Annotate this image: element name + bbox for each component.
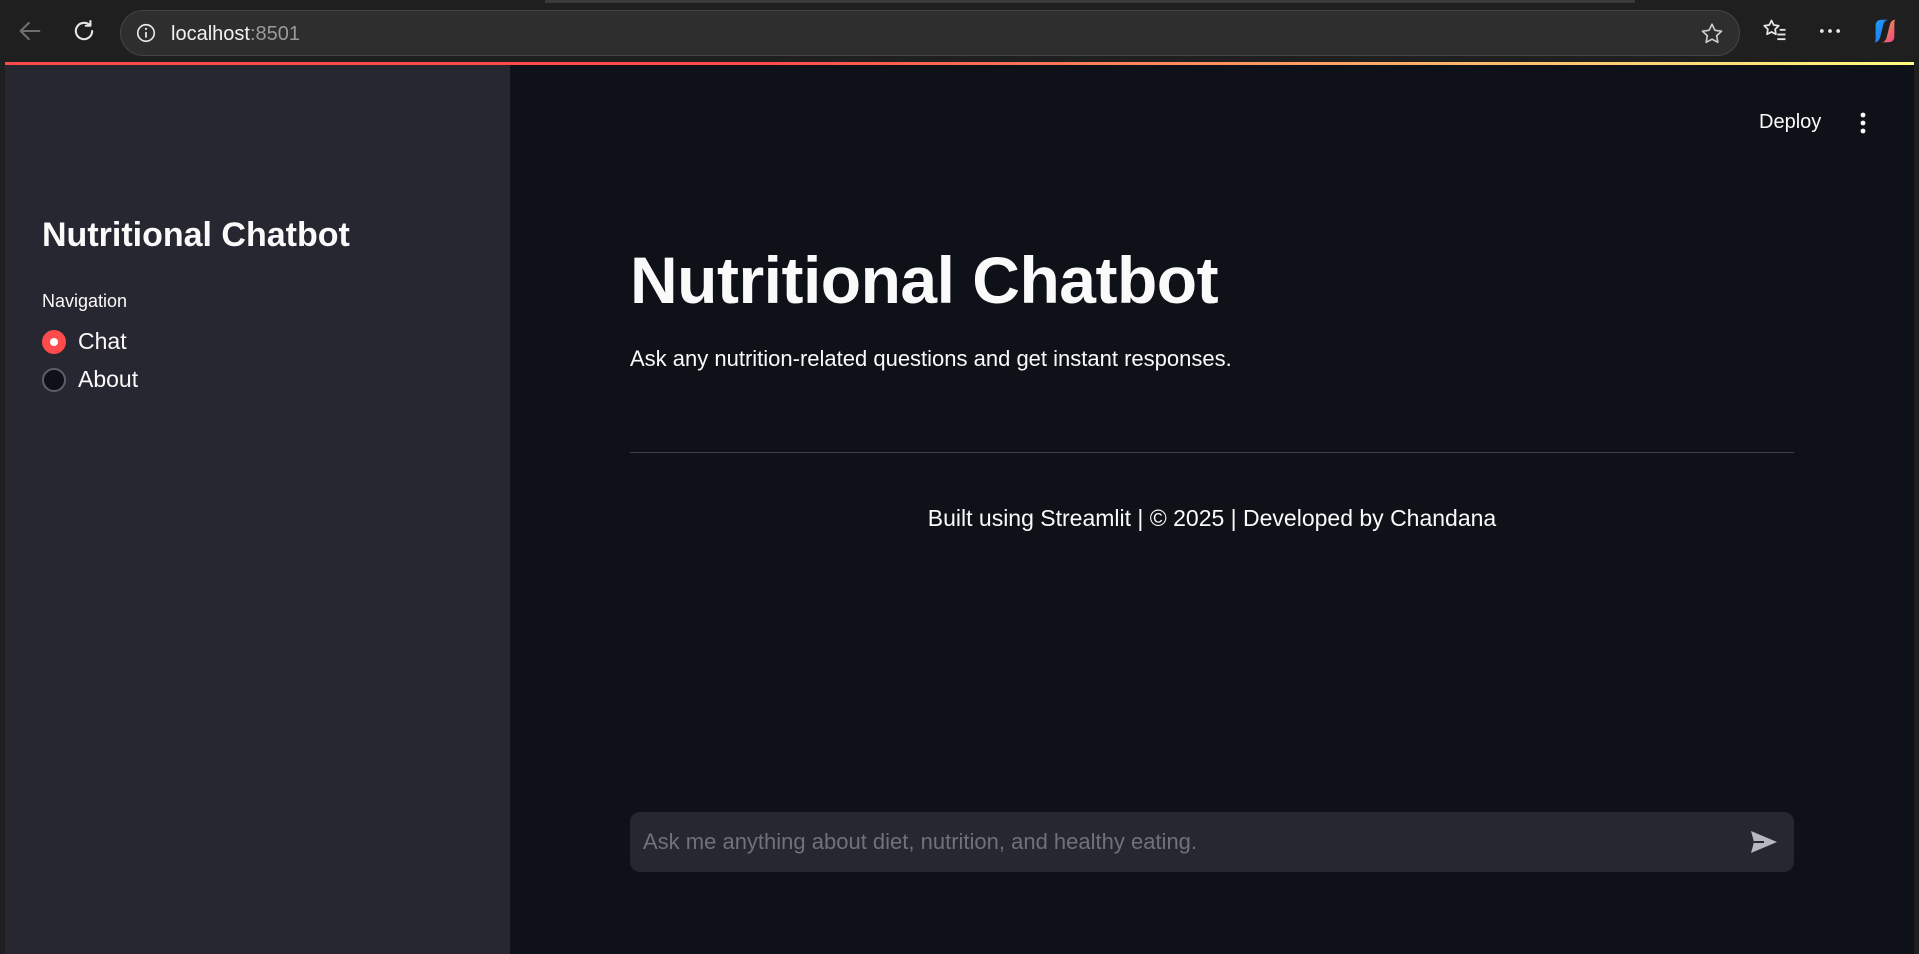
url-port: :8501 bbox=[249, 23, 300, 45]
vertical-ellipsis-icon bbox=[1860, 112, 1866, 134]
sidebar: Nutritional Chatbot Navigation Chat Abou… bbox=[5, 65, 510, 954]
nav-option-label: About bbox=[78, 366, 139, 392]
page-title: Nutritional Chatbot bbox=[630, 243, 1219, 317]
sidebar-title: Nutritional Chatbot bbox=[42, 216, 350, 254]
divider bbox=[630, 452, 1794, 453]
main-content: Deploy Nutritional Chatbot Ask any nutri… bbox=[510, 65, 1914, 954]
url-host: localhost bbox=[171, 23, 250, 45]
copilot-icon bbox=[1873, 19, 1897, 43]
back-arrow-icon bbox=[19, 21, 41, 41]
nav-option-label: Chat bbox=[78, 328, 127, 354]
address-bar[interactable]: localhost:8501 bbox=[120, 10, 1740, 56]
info-icon[interactable] bbox=[135, 22, 157, 44]
radio-unselected-icon[interactable] bbox=[42, 367, 66, 392]
deploy-button[interactable]: Deploy bbox=[1751, 107, 1829, 138]
copilot-button[interactable] bbox=[1870, 16, 1900, 46]
nav-option-about[interactable]: About bbox=[42, 366, 138, 393]
main-menu-button[interactable] bbox=[1848, 105, 1878, 141]
chat-input-container bbox=[630, 812, 1794, 872]
page-subtitle: Ask any nutrition-related questions and … bbox=[630, 346, 1232, 371]
send-button[interactable] bbox=[1748, 827, 1780, 857]
footer-credit: Built using Streamlit | © 2025 | Develop… bbox=[927, 505, 1497, 531]
reload-button[interactable] bbox=[67, 14, 101, 48]
ellipsis-icon bbox=[1819, 29, 1841, 33]
favorites-list-icon bbox=[1763, 19, 1786, 41]
nav-option-chat[interactable]: Chat bbox=[42, 328, 127, 355]
tab-strip-edge bbox=[545, 0, 1635, 3]
navigation-label: Navigation bbox=[42, 291, 128, 311]
back-button[interactable] bbox=[13, 14, 47, 48]
url-text[interactable]: localhost:8501 bbox=[171, 23, 300, 46]
send-icon bbox=[1751, 831, 1777, 853]
app-frame: Nutritional Chatbot Navigation Chat Abou… bbox=[5, 62, 1914, 954]
reload-icon bbox=[74, 20, 94, 41]
favorite-star-icon[interactable] bbox=[1699, 21, 1725, 47]
favorites-button[interactable] bbox=[1760, 16, 1790, 46]
more-options-button[interactable] bbox=[1815, 16, 1845, 46]
browser-toolbar: localhost:8501 bbox=[0, 0, 1919, 62]
radio-selected-icon[interactable] bbox=[42, 329, 66, 354]
chat-input[interactable] bbox=[630, 812, 1730, 872]
